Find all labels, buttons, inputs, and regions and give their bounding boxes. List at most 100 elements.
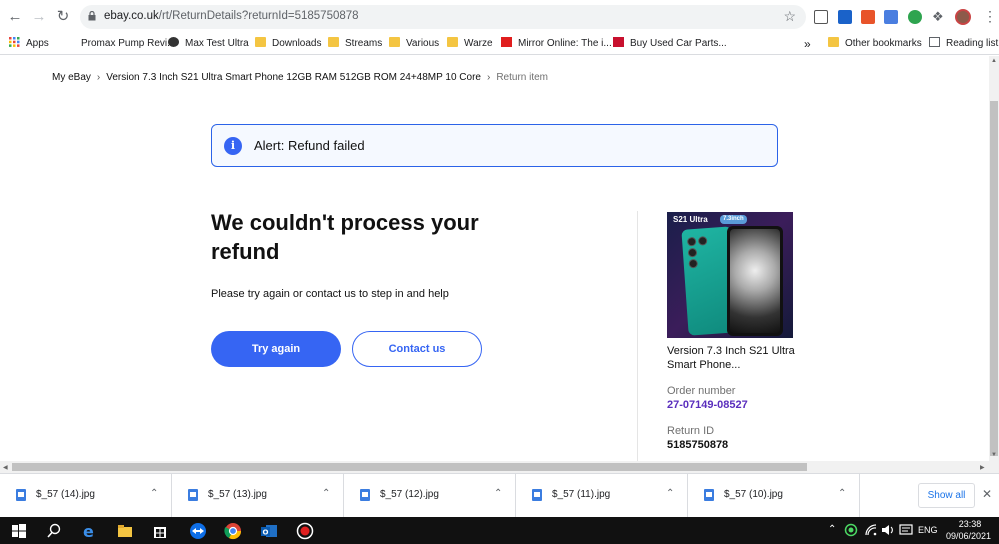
teamviewer-icon[interactable] xyxy=(189,522,207,540)
vertical-divider xyxy=(637,211,638,461)
back-arrow-icon[interactable]: ← xyxy=(6,8,24,26)
close-icon[interactable]: ✕ xyxy=(982,487,992,501)
download-item[interactable]: $_57 (13).jpg ⌃ xyxy=(172,474,344,518)
bookmark-label: Warze xyxy=(464,38,493,49)
mirror-icon xyxy=(501,37,512,47)
bookmark-apps[interactable]: Apps xyxy=(9,36,49,52)
bookmark-car-parts[interactable]: Buy Used Car Parts... xyxy=(613,36,727,52)
chevron-up-icon[interactable]: ⌃ xyxy=(150,488,158,499)
bookmark-label: Max Test Ultra xyxy=(185,38,249,49)
product-title[interactable]: Version 7.3 Inch S21 Ultra Smart Phone..… xyxy=(667,344,797,372)
phone-front-graphic xyxy=(727,226,783,336)
product-image[interactable]: S21 Ultra 7.3inch xyxy=(667,212,793,338)
scroll-right-icon[interactable]: ▶ xyxy=(980,464,985,471)
tray-status-icon[interactable] xyxy=(844,523,858,537)
extension-screenshot-icon[interactable] xyxy=(814,10,828,24)
search-icon[interactable] xyxy=(45,522,63,540)
download-item[interactable]: $_57 (11).jpg ⌃ xyxy=(516,474,688,518)
extensions-puzzle-icon[interactable]: ❖ xyxy=(932,10,946,24)
return-id-label: Return ID xyxy=(667,425,715,437)
profile-avatar[interactable] xyxy=(955,9,971,25)
windows-start-icon[interactable] xyxy=(10,522,28,540)
download-item[interactable]: $_57 (14).jpg ⌃ xyxy=(0,474,172,518)
bookmark-label: Other bookmarks xyxy=(845,38,922,49)
download-item[interactable]: $_57 (12).jpg ⌃ xyxy=(344,474,516,518)
camera-lens xyxy=(686,236,697,247)
file-explorer-icon[interactable] xyxy=(116,522,134,540)
reload-icon[interactable]: ↻ xyxy=(54,8,72,26)
order-number-link[interactable]: 27-07149-08527 xyxy=(667,399,748,411)
image-file-icon xyxy=(704,489,714,501)
download-filename: $_57 (11).jpg xyxy=(552,489,611,500)
globe-icon xyxy=(168,37,179,47)
bookmark-downloads[interactable]: Downloads xyxy=(255,36,321,52)
volume-icon[interactable] xyxy=(881,523,895,537)
chevron-up-icon[interactable]: ⌃ xyxy=(494,488,502,499)
bookmarks-overflow-button[interactable]: » xyxy=(804,36,811,52)
wifi-icon[interactable] xyxy=(864,523,878,537)
image-badge: 7.3inch xyxy=(720,215,747,224)
chevron-up-icon[interactable]: ⌃ xyxy=(322,488,330,499)
horizontal-scrollbar[interactable]: ◀ ▶ xyxy=(0,461,999,473)
extension-euro-icon[interactable] xyxy=(838,10,852,24)
vertical-scroll-thumb[interactable] xyxy=(990,101,998,456)
info-icon: i xyxy=(224,137,242,155)
outlook-icon[interactable]: O xyxy=(260,522,278,540)
browser-menu-icon[interactable]: ⋮ xyxy=(983,8,997,24)
download-filename: $_57 (12).jpg xyxy=(380,489,439,500)
show-all-button[interactable]: Show all xyxy=(918,483,975,508)
image-file-icon xyxy=(532,489,542,501)
alert-banner: i Alert: Refund failed xyxy=(211,124,778,167)
bookmark-various[interactable]: Various xyxy=(389,36,439,52)
breadcrumb-my-ebay[interactable]: My eBay xyxy=(52,72,91,83)
bookmark-max-test-ultra[interactable]: Max Test Ultra xyxy=(168,36,249,52)
chrome-icon[interactable] xyxy=(224,522,242,540)
clock-time[interactable]: 23:38 xyxy=(957,519,983,529)
folder-icon xyxy=(447,37,458,47)
try-again-button[interactable]: Try again xyxy=(211,331,341,367)
scroll-down-icon[interactable]: ▼ xyxy=(991,452,997,458)
scroll-left-icon[interactable]: ◀ xyxy=(3,464,8,471)
bookmark-promax[interactable]: Promax Pump Revi... xyxy=(64,36,175,52)
chevron-up-icon[interactable]: ⌃ xyxy=(838,488,846,499)
horizontal-scroll-thumb[interactable] xyxy=(12,463,807,471)
language-indicator[interactable]: ENG xyxy=(918,525,938,535)
bookmark-other[interactable]: Other bookmarks xyxy=(828,36,922,52)
bookmark-warze[interactable]: Warze xyxy=(447,36,493,52)
address-bar[interactable]: ebay.co.uk/rt/ReturnDetails?returnId=518… xyxy=(80,5,806,29)
notification-icon[interactable] xyxy=(899,523,913,537)
reading-list-icon xyxy=(929,37,940,47)
vertical-scrollbar[interactable]: ▲ ▼ xyxy=(989,56,999,461)
tray-chevron-up-icon[interactable]: ⌃ xyxy=(828,524,836,535)
extension-check-icon[interactable] xyxy=(908,10,922,24)
bookmark-label: Buy Used Car Parts... xyxy=(630,38,727,49)
page-content: My eBay › Version 7.3 Inch S21 Ultra Smart… xyxy=(0,56,989,461)
scroll-up-icon[interactable]: ▲ xyxy=(991,58,997,64)
clock-date[interactable]: 09/06/2021 xyxy=(946,531,996,541)
folder-icon xyxy=(828,37,839,47)
download-filename: $_57 (10).jpg xyxy=(724,489,783,500)
edge-browser-icon[interactable]: e xyxy=(80,522,98,540)
chevron-up-icon[interactable]: ⌃ xyxy=(666,488,674,499)
download-item[interactable]: $_57 (10).jpg ⌃ xyxy=(688,474,860,518)
bookmark-label: Various xyxy=(406,38,440,49)
bookmark-mirror[interactable]: Mirror Online: The i... xyxy=(501,36,612,52)
apps-grid-icon xyxy=(9,37,20,47)
page-subtext: Please try again or contact us to step i… xyxy=(211,288,449,300)
record-icon[interactable] xyxy=(296,522,314,540)
store-icon[interactable] xyxy=(151,522,169,540)
bookmark-star-icon[interactable]: ☆ xyxy=(783,8,796,25)
extension-download-icon[interactable] xyxy=(861,10,875,24)
contact-us-button[interactable]: Contact us xyxy=(352,331,482,367)
bookmarks-bar: Apps Promax Pump Revi... Max Test Ultra … xyxy=(0,33,999,55)
reading-list-button[interactable]: Reading list xyxy=(929,36,998,52)
breadcrumb-item[interactable]: Version 7.3 Inch S21 Ultra Smart Phone 1… xyxy=(106,72,481,83)
chevron-right-icon: › xyxy=(486,72,491,83)
bookmark-streams[interactable]: Streams xyxy=(328,36,382,52)
lock-icon xyxy=(88,11,96,21)
bookmark-label: Apps xyxy=(26,38,49,49)
extension-translate-icon[interactable] xyxy=(884,10,898,24)
forward-arrow-icon[interactable]: → xyxy=(30,8,48,26)
return-id-value: 5185750878 xyxy=(667,439,729,451)
browser-toolbar: ← → ↻ ebay.co.uk/rt/ReturnDetails?return… xyxy=(0,0,999,33)
